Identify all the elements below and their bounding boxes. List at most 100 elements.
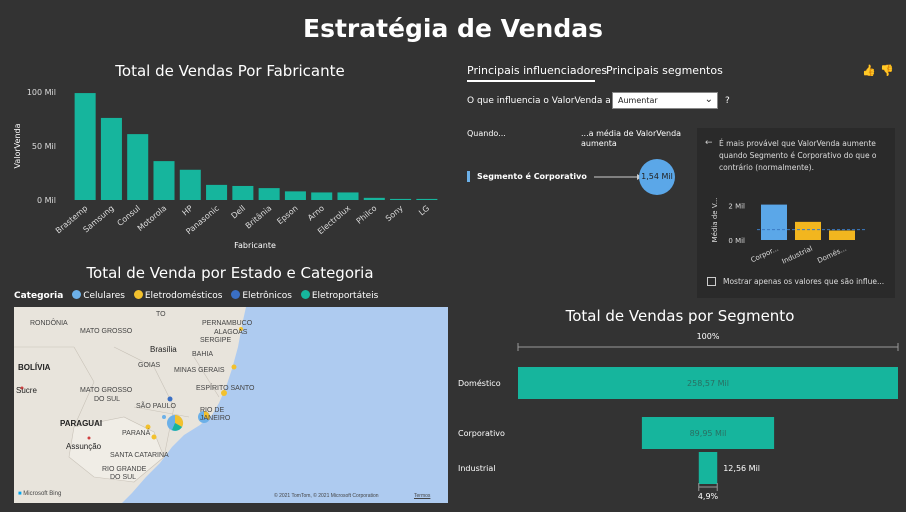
- bar: [127, 134, 149, 200]
- funnel-category-label: Corporativo: [458, 429, 505, 438]
- map-label: SÃO PAULO: [136, 403, 176, 410]
- bing-icon: ■: [18, 491, 22, 497]
- back-arrow-icon[interactable]: ←: [705, 138, 713, 148]
- x-tick-label: Dell: [229, 204, 247, 221]
- manufacturer-bar-chart: 0 Mil50 Mil100 MilValorVendaBrastempSams…: [13, 88, 438, 250]
- brazil-map[interactable]: RONDÔNIA MATO GROSSO TO PERNAMBUCO ALAGO…: [14, 307, 448, 503]
- bar: [206, 184, 228, 200]
- panel-y-tick: 2 Mil: [728, 202, 745, 210]
- bar: [153, 161, 175, 200]
- funnel-data-label: 258,57 Mil: [687, 379, 729, 388]
- funnel-category-label: Doméstico: [458, 378, 501, 388]
- map-legend-title: Categoria: [14, 291, 64, 301]
- chevron-down-icon: ⌄: [704, 94, 713, 105]
- factor-label[interactable]: Segmento é Corporativo: [477, 172, 587, 181]
- tab-principais-influenciadores[interactable]: Principais influenciadores: [467, 64, 607, 82]
- help-icon[interactable]: ?: [725, 96, 730, 106]
- tab-underline: [467, 80, 595, 82]
- map-label: PARAGUAI: [60, 419, 103, 428]
- bing-logo: ■ Microsoft Bing: [18, 491, 62, 497]
- panel-bar: [761, 204, 787, 240]
- map-legend: Categoria Celulares Eletrodomésticos Ele…: [14, 290, 378, 301]
- y-tick-label: 0 Mil: [37, 196, 56, 205]
- map-label: GOIAS: [138, 362, 161, 369]
- tab-principais-segmentos[interactable]: Principais segmentos: [606, 64, 723, 77]
- page-title: Estratégia de Vendas: [303, 14, 603, 43]
- factor-marker: [467, 171, 470, 182]
- legend-item-celulares[interactable]: Celulares: [66, 290, 125, 301]
- pie-sao-paulo: [167, 414, 184, 431]
- x-tick-label: HP: [180, 204, 194, 218]
- map-label: PARANÁ: [122, 430, 151, 437]
- panel-description: É mais provável que ValorVenda aumente q…: [719, 139, 877, 172]
- map-label: Brasília: [150, 345, 177, 354]
- map-label: RONDÔNIA: [30, 320, 68, 327]
- bar: [284, 191, 306, 200]
- bar: [74, 93, 96, 200]
- bar: [390, 198, 412, 200]
- map-label: JANEIRO: [200, 415, 231, 422]
- col-header-when: Quando...: [467, 129, 506, 138]
- panel-bar: [829, 230, 855, 240]
- map-label: RIO DE: [200, 407, 225, 414]
- map-terms-link[interactable]: Termos: [414, 493, 430, 499]
- x-tick-label: Motorola: [136, 204, 169, 233]
- map-label: ALAGOAS: [214, 329, 248, 336]
- question-text: O que influencia o ValorVenda a: [467, 96, 611, 106]
- map-label: MINAS GERAIS: [174, 367, 225, 374]
- bottom-percent-label: 4,9%: [698, 492, 719, 501]
- thumbs-up-icon[interactable]: 👍: [862, 64, 876, 77]
- legend-item-eletronicos[interactable]: Eletrônicos: [225, 290, 292, 301]
- bar: [416, 198, 438, 200]
- segment-chart-title: Total de Vendas por Segmento: [565, 307, 795, 325]
- influence-dropdown[interactable]: Aumentar ⌄: [612, 92, 718, 109]
- map-label: SANTA CATARINA: [110, 452, 169, 459]
- legend-item-eletroportateis[interactable]: Eletroportáteis: [295, 290, 378, 301]
- map-label: ESPÍRITO SANTO: [196, 385, 255, 392]
- bar: [311, 192, 333, 200]
- x-axis-label: Fabricante: [234, 241, 276, 250]
- map-label: DO SUL: [94, 396, 121, 403]
- x-tick-label: Philco: [355, 204, 379, 226]
- x-tick-label: Britânia: [244, 204, 274, 231]
- map-label: TO: [156, 311, 166, 318]
- bar: [363, 197, 385, 200]
- show-influencers-checkbox[interactable]: [707, 277, 716, 286]
- manufacturer-chart-title: Total de Vendas Por Fabricante: [115, 62, 345, 80]
- legend-dot-icon: [231, 290, 241, 299]
- panel-x-tick: Industrial: [781, 245, 814, 266]
- col-header-avg-2: aumenta: [581, 139, 617, 148]
- map-label: Assunção: [66, 442, 102, 451]
- panel-y-tick: 0 Mil: [728, 237, 745, 245]
- legend-item-eletrodomesticos[interactable]: Eletrodomésticos: [128, 290, 223, 301]
- map-label: Sucre: [16, 386, 37, 395]
- x-tick-label: Arno: [306, 204, 326, 223]
- map-label: MATO GROSSO: [80, 387, 133, 394]
- checkbox-label: Mostrar apenas os valores que são influe…: [723, 277, 885, 286]
- map-label: BAHIA: [192, 351, 214, 358]
- map-label: SERGIPE: [200, 337, 232, 344]
- funnel-bar: [698, 452, 718, 484]
- panel-x-tick: Corpor...: [750, 245, 780, 265]
- x-tick-label: Epson: [275, 204, 299, 226]
- funnel-data-label: 89,95 Mil: [690, 429, 727, 438]
- legend-dot-icon: [72, 290, 82, 299]
- thumbs-down-icon[interactable]: 👎: [880, 64, 894, 77]
- map-label: RIO GRANDE: [102, 466, 147, 473]
- map-title: Total de Venda por Estado e Categoria: [86, 264, 374, 282]
- map-label: MATO GROSSO: [80, 328, 133, 335]
- bubble-value: 1,54 Mil: [641, 172, 673, 181]
- y-axis-label: ValorVenda: [13, 123, 22, 168]
- panel-bar-chart: Média de V... 2 Mil 0 Mil Corpor... Industri…: [711, 198, 865, 266]
- bar: [179, 169, 201, 200]
- panel-bar: [795, 221, 821, 240]
- col-header-avg: ...a média de ValorVenda: [581, 129, 682, 138]
- top-percent-label: 100%: [697, 332, 720, 341]
- panel-x-tick: Domés...: [816, 245, 848, 265]
- segment-funnel-chart: 100% Doméstico 258,57 Mil Corporativo 89,95 …: [458, 332, 899, 501]
- map-label: BOLÍVIA: [18, 363, 51, 372]
- y-tick-label: 100 Mil: [27, 88, 56, 97]
- map-label: DO SUL: [110, 474, 137, 481]
- bar: [337, 192, 359, 200]
- bar: [258, 188, 280, 200]
